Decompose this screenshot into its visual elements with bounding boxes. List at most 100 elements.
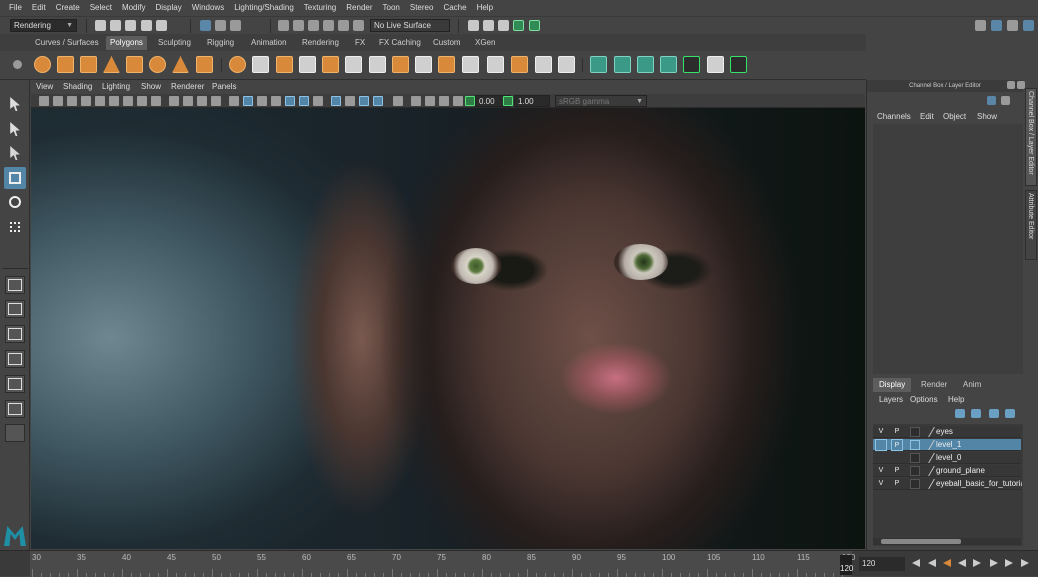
- rotate-tool-icon[interactable]: [4, 191, 26, 213]
- menu-windows[interactable]: Windows: [187, 0, 229, 16]
- channel-box-filter-icon[interactable]: [1001, 96, 1010, 105]
- layer-row[interactable]: V P ground_plane: [873, 465, 1021, 477]
- scale-tool-icon[interactable]: [4, 216, 26, 238]
- float-icon[interactable]: [1007, 81, 1015, 89]
- menu-select[interactable]: Select: [85, 0, 117, 16]
- step-forward-icon[interactable]: [1005, 559, 1013, 567]
- tab-sculpting[interactable]: Sculpting: [154, 36, 195, 50]
- shadows-icon[interactable]: [313, 96, 323, 106]
- layer-scrollbar[interactable]: [873, 538, 1021, 545]
- menuset-dropdown[interactable]: Rendering ▼: [10, 19, 77, 32]
- snap-point-icon[interactable]: [308, 20, 319, 31]
- wireframe-on-shaded-icon[interactable]: [271, 96, 281, 106]
- safe-action-icon[interactable]: [197, 96, 207, 106]
- exposure-icon[interactable]: [465, 96, 475, 106]
- tab-animation[interactable]: Animation: [247, 36, 291, 50]
- menu-stereo[interactable]: Stereo: [405, 0, 439, 16]
- layout-options-icon[interactable]: [5, 424, 25, 442]
- layout-three-icon[interactable]: [5, 375, 25, 393]
- automatic-uv-icon[interactable]: [660, 56, 677, 73]
- extract-icon[interactable]: [276, 56, 293, 73]
- poly-cone-icon[interactable]: [103, 56, 120, 73]
- extrude-icon[interactable]: [392, 56, 409, 73]
- move-tool-icon[interactable]: [4, 167, 26, 189]
- menu-help[interactable]: Help: [948, 393, 964, 406]
- gamma-icon[interactable]: [503, 96, 513, 106]
- multisample-aa-icon[interactable]: [359, 96, 369, 106]
- lasso-tool-icon[interactable]: [4, 118, 26, 140]
- poly-pyramid-icon[interactable]: [172, 56, 189, 73]
- render-settings-icon[interactable]: [498, 20, 509, 31]
- panel-menu-view[interactable]: View: [36, 80, 53, 94]
- menu-edit[interactable]: Edit: [27, 0, 51, 16]
- visibility-toggle[interactable]: V: [875, 465, 887, 477]
- playback-toggle[interactable]: P: [891, 426, 903, 438]
- gamma-field[interactable]: 1.00: [514, 95, 550, 107]
- bridge-icon[interactable]: [415, 56, 432, 73]
- render-view-icon[interactable]: [529, 20, 540, 31]
- menu-show[interactable]: Show: [977, 110, 997, 124]
- paint-select-tool-icon[interactable]: [4, 142, 26, 164]
- backface-culling-icon[interactable]: [453, 96, 463, 106]
- field-chart-icon[interactable]: [183, 96, 193, 106]
- live-surface-field[interactable]: No Live Surface: [370, 19, 450, 32]
- tab-custom[interactable]: Custom: [429, 36, 465, 50]
- visibility-toggle[interactable]: V: [875, 478, 887, 490]
- menu-layers[interactable]: Layers: [879, 393, 903, 406]
- snap-view-icon[interactable]: [323, 20, 334, 31]
- close-icon[interactable]: [1017, 81, 1025, 89]
- safe-title-icon[interactable]: [211, 96, 221, 106]
- toggle-channel-box-icon[interactable]: [991, 20, 1002, 31]
- poly-plane-icon[interactable]: [126, 56, 143, 73]
- panel-menu-shading[interactable]: Shading: [63, 80, 92, 94]
- current-frame-field[interactable]: 120: [859, 557, 905, 571]
- combine-icon[interactable]: [229, 56, 246, 73]
- menu-lighting-shading[interactable]: Lighting/Shading: [229, 0, 299, 16]
- menu-cache[interactable]: Cache: [438, 0, 471, 16]
- step-back-icon[interactable]: [928, 559, 936, 567]
- smooth-shade-icon[interactable]: [243, 96, 253, 106]
- new-scene-icon[interactable]: [95, 20, 106, 31]
- menu-file[interactable]: File: [4, 0, 27, 16]
- move-layer-down-icon[interactable]: [971, 409, 981, 418]
- image-plane-icon[interactable]: [81, 96, 91, 106]
- select-object-icon[interactable]: [215, 20, 226, 31]
- playback-toggle[interactable]: P: [891, 465, 903, 477]
- visibility-toggle[interactable]: [875, 452, 887, 464]
- wireframe-icon[interactable]: [229, 96, 239, 106]
- menu-create[interactable]: Create: [51, 0, 85, 16]
- panel-menu-show[interactable]: Show: [141, 80, 161, 94]
- tab-fx[interactable]: FX: [351, 36, 369, 50]
- snap-grid-icon[interactable]: [278, 20, 289, 31]
- grease-pencil-icon[interactable]: [109, 96, 119, 106]
- layout-four-icon[interactable]: [5, 300, 25, 318]
- default-material-icon[interactable]: [257, 96, 267, 106]
- visibility-toggle[interactable]: V: [875, 426, 887, 438]
- playback-toggle[interactable]: P: [891, 439, 903, 451]
- layer-row[interactable]: V P eyeball_basic_for_tutorial: [873, 478, 1022, 490]
- tab-xgen[interactable]: XGen: [471, 36, 499, 50]
- menu-display[interactable]: Display: [151, 0, 187, 16]
- xray-joints-icon[interactable]: [439, 96, 449, 106]
- open-scene-icon[interactable]: [110, 20, 121, 31]
- uv-toolkit-icon[interactable]: [730, 56, 747, 73]
- menu-channels[interactable]: Channels: [877, 110, 911, 124]
- scrollbar-thumb[interactable]: [881, 539, 961, 544]
- isolate-select-icon[interactable]: [393, 96, 403, 106]
- target-weld-icon[interactable]: [487, 56, 504, 73]
- layout-single-icon[interactable]: [5, 276, 25, 294]
- planar-uv-icon[interactable]: [590, 56, 607, 73]
- smooth-icon[interactable]: [299, 56, 316, 73]
- menu-options[interactable]: Options: [910, 393, 938, 406]
- render-frame-icon[interactable]: [468, 20, 479, 31]
- camera-select-icon[interactable]: [39, 96, 49, 106]
- hypershade-icon[interactable]: [513, 20, 524, 31]
- tab-attribute-editor[interactable]: Attribute Editor: [1025, 190, 1037, 260]
- gate-mask-icon[interactable]: [169, 96, 179, 106]
- layer-row[interactable]: level_0: [873, 452, 1021, 464]
- uv-editor-icon[interactable]: [683, 56, 700, 73]
- channel-box-key-icon[interactable]: [987, 96, 996, 105]
- layout-two-vertical-icon[interactable]: [5, 325, 25, 343]
- use-all-lights-icon[interactable]: [299, 96, 309, 106]
- resolution-gate-icon[interactable]: [151, 96, 161, 106]
